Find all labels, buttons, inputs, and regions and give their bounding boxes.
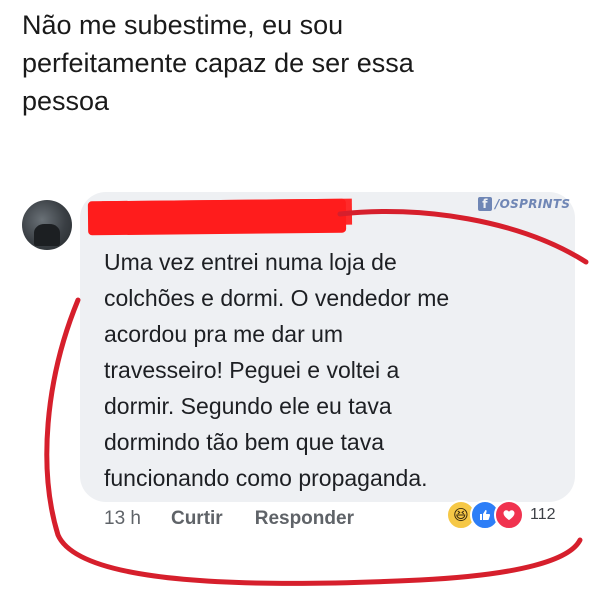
love-icon [494,500,524,530]
comment-line: acordou pra me dar um [104,321,344,347]
redacted-author-name [87,198,347,236]
watermark-text: /OSPRINTS [495,197,571,211]
caption-line-1: Não me subestime, eu sou [22,10,344,40]
comment-line: funcionando como propaganda. [104,465,428,491]
like-button[interactable]: Curtir [171,508,223,530]
watermark: f /OSPRINTS [478,197,570,211]
comment-line: travesseiro! Peguei e voltei a [104,357,400,383]
comment-line: colchões e dormi. O vendedor me [104,285,450,311]
reaction-summary[interactable]: 😆 112 [446,500,570,530]
reply-button[interactable]: Responder [255,508,354,530]
facebook-icon: f [478,197,492,211]
comment-timestamp[interactable]: 13 h [104,508,141,530]
comment-line: dormindo tão bem que tava [104,429,385,455]
caption-line-3: pessoa [22,86,110,116]
reaction-count: 112 [530,506,556,523]
commenter-avatar[interactable] [22,200,72,250]
caption-line-2: perfeitamente capaz de ser essa [22,48,414,78]
comment-line: dormir. Segundo ele eu tava [104,393,392,419]
comment-actions: 13 h Curtir Responder [104,508,354,530]
comment-text: Uma vez entrei numa loja de colchões e d… [104,244,564,496]
post-caption: Não me subestime, eu sou perfeitamente c… [22,6,582,120]
comment-line: Uma vez entrei numa loja de [104,249,397,275]
